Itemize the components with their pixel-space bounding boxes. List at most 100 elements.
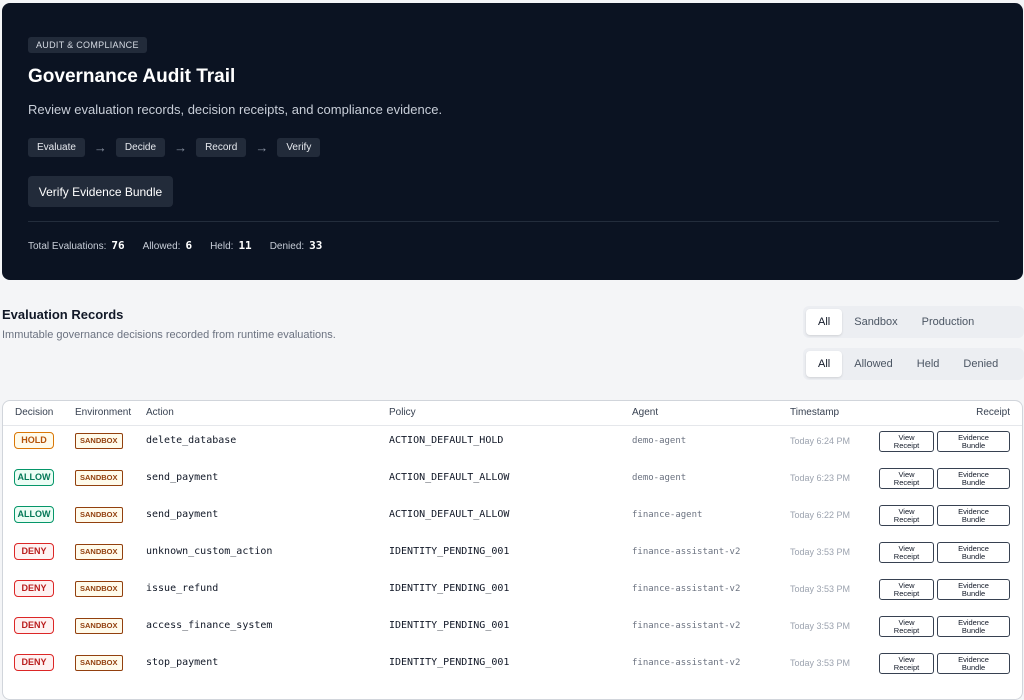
evidence-bundle-button[interactable]: Evidence Bundle — [937, 542, 1010, 563]
env-filter-sandbox[interactable]: Sandbox — [842, 309, 909, 335]
stats-bar: Total Evaluations: 76 Allowed: 6 Held: 11 D… — [28, 239, 340, 252]
action-name: send_payment — [146, 509, 219, 520]
col-receipt: Receipt — [976, 407, 1010, 418]
decision-badge: DENY — [14, 543, 54, 560]
step-evaluate: Evaluate — [28, 138, 85, 157]
workflow-steps: Evaluate → Decide → Record → Verify — [28, 138, 321, 157]
col-environment: Environment — [75, 407, 132, 418]
environment-badge: SANDBOX — [75, 655, 123, 671]
evidence-bundle-button[interactable]: Evidence Bundle — [937, 653, 1010, 674]
view-receipt-button[interactable]: View Receipt — [879, 579, 934, 600]
hero-divider — [28, 221, 999, 222]
col-decision: Decision — [15, 407, 54, 418]
stat-held: Held: 11 — [210, 239, 252, 252]
action-name: unknown_custom_action — [146, 546, 273, 557]
decision-filter-all[interactable]: All — [806, 351, 843, 377]
arrow-right-icon: → — [174, 140, 188, 155]
records-subtitle: Immutable governance decisions recorded … — [2, 329, 336, 341]
table-row: DENY SANDBOX access_finance_system IDENTITY… — [3, 611, 1022, 648]
table-row: DENY SANDBOX stop_payment IDENTITY_PENDING_… — [3, 648, 1022, 685]
hero-panel: AUDIT & COMPLIANCE Governance Audit Trai… — [2, 3, 1023, 280]
env-filter-all[interactable]: All — [806, 309, 843, 335]
agent-name: finance-assistant-v2 — [632, 584, 741, 594]
step-decide: Decide — [115, 138, 166, 157]
decision-filter-held[interactable]: Held — [905, 351, 952, 377]
timestamp: Today 6:24 PM — [790, 436, 851, 446]
env-filter-production[interactable]: Production — [910, 309, 987, 335]
decision-filter-allowed[interactable]: Allowed — [842, 351, 905, 377]
step-record: Record — [196, 138, 247, 157]
col-action: Action — [146, 407, 174, 418]
timestamp: Today 3:53 PM — [790, 584, 851, 594]
timestamp: Today 3:53 PM — [790, 547, 851, 557]
evidence-bundle-button[interactable]: Evidence Bundle — [937, 431, 1010, 452]
timestamp: Today 6:23 PM — [790, 473, 851, 483]
section-badge: AUDIT & COMPLIANCE — [28, 37, 147, 53]
stat-denied: Denied: 33 — [269, 239, 323, 252]
view-receipt-button[interactable]: View Receipt — [879, 431, 934, 452]
policy-name: IDENTITY_PENDING_001 — [389, 657, 510, 668]
agent-name: finance-agent — [632, 510, 703, 520]
col-agent: Agent — [632, 407, 659, 418]
decision-badge: ALLOW — [14, 469, 54, 486]
table-row: DENY SANDBOX unknown_custom_action IDENTITY… — [3, 537, 1022, 574]
policy-name: IDENTITY_PENDING_001 — [389, 546, 510, 557]
timestamp: Today 3:53 PM — [790, 658, 851, 668]
evidence-bundle-button[interactable]: Evidence Bundle — [937, 579, 1010, 600]
view-receipt-button[interactable]: View Receipt — [879, 542, 934, 563]
verify-evidence-bundle-button[interactable]: Verify Evidence Bundle — [28, 176, 173, 207]
evidence-bundle-button[interactable]: Evidence Bundle — [937, 505, 1010, 526]
table-header: Decision Environment Action Policy Agent… — [3, 401, 1022, 426]
environment-badge: SANDBOX — [75, 507, 123, 523]
stat-allowed: Allowed: 6 — [142, 239, 193, 252]
view-receipt-button[interactable]: View Receipt — [879, 505, 934, 526]
arrow-right-icon: → — [93, 140, 107, 155]
policy-name: ACTION_DEFAULT_ALLOW — [389, 472, 510, 483]
table-row: ALLOW SANDBOX send_payment ACTION_DEFAULT_A… — [3, 500, 1022, 537]
policy-name: ACTION_DEFAULT_HOLD — [389, 435, 504, 446]
environment-badge: SANDBOX — [75, 581, 123, 597]
environment-badge: SANDBOX — [75, 433, 123, 449]
view-receipt-button[interactable]: View Receipt — [879, 468, 934, 489]
page-title: Governance Audit Trail — [28, 66, 236, 87]
table-row: DENY SANDBOX issue_refund IDENTITY_PENDING_… — [3, 574, 1022, 611]
decision-badge: DENY — [14, 580, 54, 597]
agent-name: finance-assistant-v2 — [632, 658, 741, 668]
view-receipt-button[interactable]: View Receipt — [879, 616, 934, 637]
agent-name: finance-assistant-v2 — [632, 547, 741, 557]
agent-name: finance-assistant-v2 — [632, 621, 741, 631]
environment-badge: SANDBOX — [75, 544, 123, 560]
evidence-bundle-button[interactable]: Evidence Bundle — [937, 616, 1010, 637]
stat-total: Total Evaluations: 76 — [28, 239, 125, 252]
timestamp: Today 3:53 PM — [790, 621, 851, 631]
policy-name: IDENTITY_PENDING_001 — [389, 620, 510, 631]
table-row: HOLD SANDBOX delete_database ACTION_DEFAULT… — [3, 426, 1022, 463]
environment-filter: All Sandbox Production — [803, 306, 1024, 338]
action-name: access_finance_system — [146, 620, 273, 631]
agent-name: demo-agent — [632, 436, 687, 446]
policy-name: ACTION_DEFAULT_ALLOW — [389, 509, 510, 520]
view-receipt-button[interactable]: View Receipt — [879, 653, 934, 674]
environment-badge: SANDBOX — [75, 470, 123, 486]
table-body: HOLD SANDBOX delete_database ACTION_DEFAULT… — [3, 426, 1022, 685]
decision-badge: HOLD — [14, 432, 54, 449]
action-name: stop_payment — [146, 657, 219, 668]
col-timestamp: Timestamp — [790, 407, 840, 418]
decision-filter-denied[interactable]: Denied — [951, 351, 1010, 377]
policy-name: IDENTITY_PENDING_001 — [389, 583, 510, 594]
decision-badge: ALLOW — [14, 506, 54, 523]
records-title: Evaluation Records — [2, 307, 124, 322]
action-name: delete_database — [146, 435, 237, 446]
action-name: send_payment — [146, 472, 219, 483]
decision-filter: All Allowed Held Denied — [803, 348, 1024, 380]
environment-badge: SANDBOX — [75, 618, 123, 634]
agent-name: demo-agent — [632, 473, 687, 483]
page-subtitle: Review evaluation records, decision rece… — [28, 102, 443, 117]
records-table: Decision Environment Action Policy Agent… — [2, 400, 1023, 700]
action-name: issue_refund — [146, 583, 219, 594]
evidence-bundle-button[interactable]: Evidence Bundle — [937, 468, 1010, 489]
arrow-right-icon: → — [255, 140, 269, 155]
step-verify: Verify — [277, 138, 321, 157]
table-row: ALLOW SANDBOX send_payment ACTION_DEFAULT_A… — [3, 463, 1022, 500]
decision-badge: DENY — [14, 654, 54, 671]
